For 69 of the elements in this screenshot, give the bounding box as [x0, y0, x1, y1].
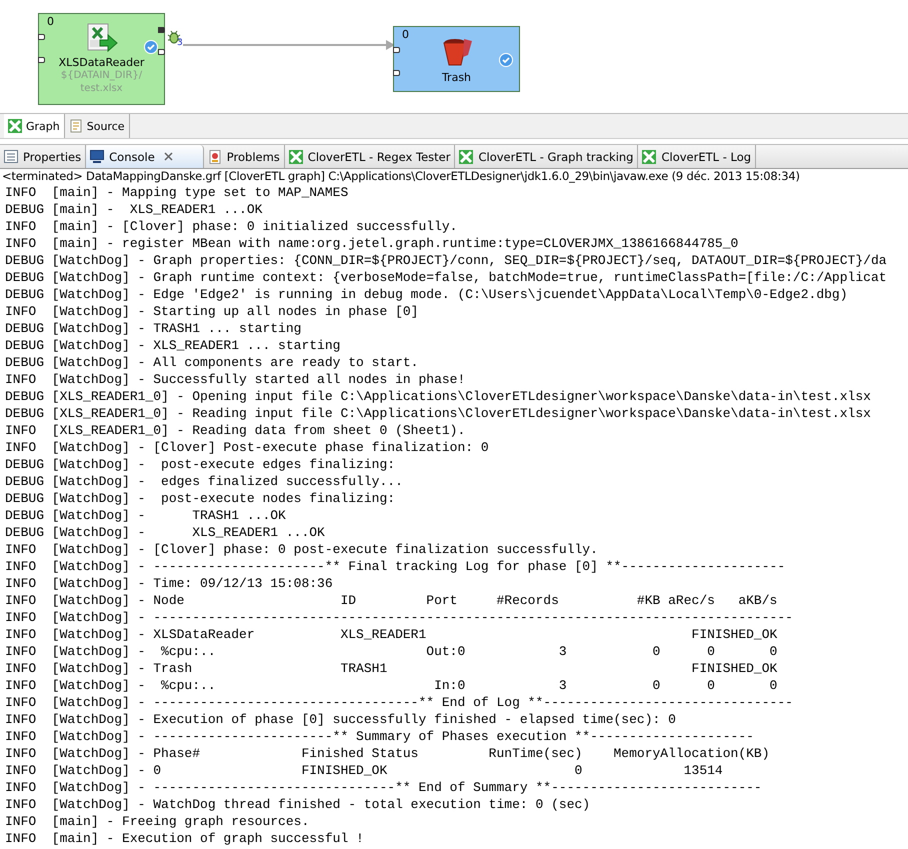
list-icon	[4, 150, 18, 163]
input-port[interactable]	[393, 70, 400, 76]
input-port[interactable]	[38, 34, 45, 40]
log-line: INFO [WatchDog] - [Clover] Post-execute phase finalization: 0	[5, 439, 490, 456]
log-line: DEBUG [WatchDog] - post-execute nodes finalizing:	[5, 490, 396, 507]
graph-icon	[642, 150, 656, 164]
graph-icon	[459, 150, 474, 164]
close-icon[interactable]	[164, 152, 173, 161]
port-label: 0	[47, 15, 54, 28]
warning-board-icon	[208, 150, 222, 164]
log-line: INFO [WatchDog] - Node ID Port #Records #KB aRec/s aKB/s	[5, 592, 778, 609]
log-line: INFO [WatchDog] - Time: 09/12/13 15:08:36	[5, 575, 334, 592]
log-line: INFO [main] - Freeing graph resources.	[5, 813, 310, 830]
log-line: DEBUG [WatchDog] - All components are ready to start.	[5, 354, 420, 371]
log-line: INFO [main] - Mapping type set to MAP_NAMES	[5, 184, 350, 201]
log-line: INFO [WatchDog] - WatchDog thread finished - total execution time: 0 (sec)	[5, 796, 592, 813]
component-node[interactable]: 0 Trash	[393, 26, 520, 92]
editor-tab[interactable]: Source	[64, 114, 130, 138]
log-line: DEBUG [WatchDog] - TRASH1 ... starting	[5, 320, 302, 337]
check-icon	[144, 40, 158, 54]
input-port[interactable]	[393, 47, 400, 53]
input-port[interactable]	[38, 57, 45, 63]
editor-tab[interactable]: Graph	[4, 114, 65, 138]
record-count: 3	[177, 38, 183, 48]
file-path: test.xlsx	[80, 82, 123, 95]
view-tab[interactable]: Console	[86, 145, 204, 168]
document-icon	[68, 119, 83, 133]
output-port[interactable]	[158, 49, 165, 55]
log-line: INFO [WatchDog] - 0 FINISHED_OK 0 13514	[5, 762, 724, 779]
log-line: INFO [WatchDog] - [Clover] phase: 0 post-execute finalization successfully.	[5, 541, 599, 558]
log-line: INFO [WatchDog] - %cpu:.. Out:0 3 0 0 0	[5, 643, 778, 660]
spreadsheet-arrow-icon	[84, 22, 118, 54]
log-line: DEBUG [WatchDog] - TRASH1 ...OK	[5, 507, 287, 524]
log-line: INFO [main] - [Clover] phase: 0 initialized successfully.	[5, 218, 458, 235]
log-line: DEBUG [XLS_READER1_0] - Reading input file C:\Applications\CloverETLdesigner\workspace\Danske\data-in\test.xlsx	[5, 405, 872, 422]
log-line: INFO [WatchDog] - XLSDataReader XLS_READER1 FINISHED_OK	[5, 626, 778, 643]
monitor-icon	[90, 150, 104, 163]
component-node[interactable]: 0 XLSDataReader ${DATAIN_DIR}/ test.xlsx	[38, 13, 165, 105]
log-line: INFO [main] - Execution of graph successful !	[5, 830, 365, 847]
log-line: DEBUG [WatchDog] - Graph runtime context: {verboseMode=false, batchMode=true, runtimeClassPath=[file:/C:/Applicat	[5, 269, 888, 286]
log-line: DEBUG [WatchDog] - Edge 'Edge2' is running in debug mode. (C:\Users\jcuendet\AppData\Local\Temp\0-Edge2.dbg)	[5, 286, 849, 303]
component-name: Trash	[442, 71, 472, 84]
log-line: INFO [WatchDog] - Trash TRASH1 FINISHED_OK	[5, 660, 778, 677]
log-line: INFO [XLS_READER1_0] - Reading data from sheet 0 (Sheet1).	[5, 422, 466, 439]
graph-icon	[288, 150, 303, 164]
log-line: INFO [WatchDog] - -------------------------------** End of Summary **---------------------------	[5, 779, 763, 796]
log-line: INFO [WatchDog] - ----------------------------------------------------------------------------------	[5, 609, 794, 626]
log-line: DEBUG [WatchDog] - XLS_READER1 ... starting	[5, 337, 342, 354]
port-label: 0	[402, 28, 409, 41]
log-line: INFO [WatchDog] - Phase# Finished Status RunTime(sec) MemoryAllocation(KB)	[5, 745, 771, 762]
log-line: DEBUG [XLS_READER1_0] - Opening input file C:\Applications\CloverETLdesigner\workspace\Danske\data-in\test.xlsx	[5, 388, 872, 405]
log-line: INFO [WatchDog] - -----------------------** Summary of Phases execution **---------------------	[5, 728, 755, 745]
log-line: DEBUG [WatchDog] - Graph properties: {CONN_DIR=${PROJECT}/conn, SEQ_DIR=${PROJECT}/seq, DATAOUT_DIR=${PROJECT}/da	[5, 252, 888, 269]
log-line: DEBUG [WatchDog] - XLS_READER1 ...OK	[5, 524, 326, 541]
log-line: INFO [WatchDog] - Starting up all nodes in phase [0]	[5, 303, 420, 320]
log-line: INFO [WatchDog] - Execution of phase [0] successfully finished - elapsed time(sec): 0	[5, 711, 677, 728]
log-line: INFO [WatchDog] - ----------------------** Final tracking Log for phase [0] **---------------------	[5, 558, 786, 575]
log-line: DEBUG [WatchDog] - edges finalized successfully...	[5, 473, 404, 490]
process-status: <terminated> DataMappingDanske.grf [CloverETL graph] C:\Applications\CloverETLDesigner\jdk1.6.0_29\bin\javaw.exe (9 déc. 2013 15:08:34)	[0, 168, 908, 184]
log-line: INFO [WatchDog] - %cpu:.. In:0 3 0 0 0	[5, 677, 778, 694]
log-line: INFO [WatchDog] - Successfully started all nodes in phase!	[5, 371, 466, 388]
component-name: XLSDataReader	[58, 56, 144, 69]
log-line: INFO [WatchDog] - ----------------------------------** End of Log **--------------------------------	[5, 694, 794, 711]
graph-icon	[8, 119, 22, 133]
log-line: INFO [main] - register MBean with name:org.jetel.graph.runtime:type=CLOVERJMX_1386166844785_0	[5, 235, 740, 252]
log-line: DEBUG [main] - XLS_READER1 ...OK	[5, 201, 264, 218]
check-icon	[499, 53, 513, 67]
file-path: ${DATAIN_DIR}/	[60, 69, 142, 82]
log-line: DEBUG [WatchDog] - post-execute edges finalizing:	[5, 456, 396, 473]
